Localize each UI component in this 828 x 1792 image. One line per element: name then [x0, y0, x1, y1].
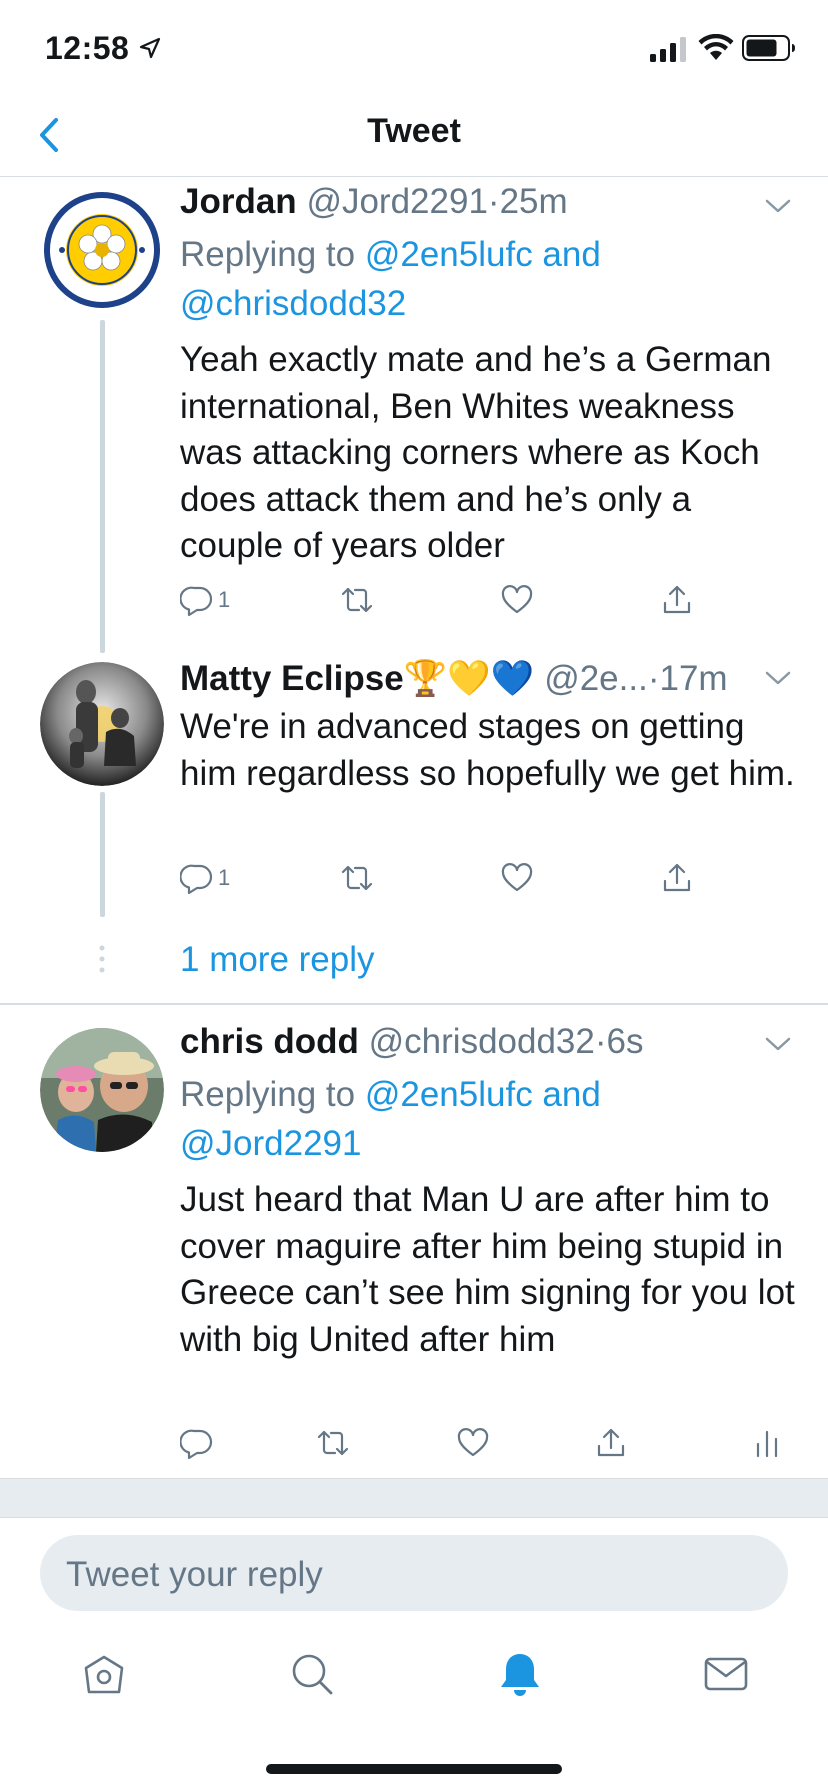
name-emojis: 🏆💛💙: [403, 659, 535, 698]
tweet-text: Just heard that Man U are after him to c…: [180, 1180, 795, 1359]
retweet-button[interactable]: [340, 580, 374, 620]
tweet-text: We're in advanced stages on getting him …: [180, 707, 795, 793]
replying-to: Replying to @2en5lufc and @Jord2291: [180, 1070, 780, 1168]
home-icon[interactable]: [80, 1650, 128, 1698]
leeds-crest-icon: [40, 188, 164, 312]
share-button[interactable]: [660, 858, 694, 898]
share-button[interactable]: [594, 1423, 628, 1463]
status-bar: 12:58: [0, 0, 828, 100]
reply-button[interactable]: [180, 1423, 214, 1463]
chevron-down-icon[interactable]: [763, 668, 793, 688]
cellular-signal-icon: [650, 37, 686, 62]
reply-count: 1: [218, 865, 231, 890]
reply-icon: [180, 864, 213, 895]
tweet-actions: 1: [180, 580, 780, 620]
tweet-time: 6s: [606, 1022, 644, 1061]
reply-button[interactable]: 1: [180, 580, 230, 620]
tweet-time: 25m: [499, 182, 568, 221]
retweet-icon: [341, 865, 373, 891]
thread-line: [100, 792, 105, 917]
like-button[interactable]: [500, 580, 534, 620]
page-title: Tweet: [367, 112, 461, 150]
reply-mention-link[interactable]: @chrisdodd32: [180, 284, 406, 323]
author-handle[interactable]: @chrisdodd32: [369, 1022, 595, 1061]
notifications-bell-icon[interactable]: [496, 1650, 544, 1698]
separator-dot: ·: [487, 182, 500, 221]
separator-dot: ·: [647, 659, 660, 698]
reply-input[interactable]: Tweet your reply: [40, 1535, 788, 1611]
separator-dot: ·: [594, 1022, 607, 1061]
avatar[interactable]: [40, 1028, 164, 1152]
divider: [0, 1003, 828, 1005]
tweet-actions: 1: [180, 858, 780, 898]
analytics-icon: [756, 1430, 778, 1458]
author-handle[interactable]: @2e...: [544, 659, 648, 698]
share-icon: [663, 585, 691, 614]
reply-button[interactable]: 1: [180, 858, 230, 898]
avatar[interactable]: [40, 662, 164, 786]
battery-icon: [742, 35, 795, 61]
nav-header: Tweet: [0, 100, 828, 177]
share-icon: [663, 863, 691, 892]
share-icon: [597, 1428, 625, 1457]
reply-count: 1: [218, 587, 231, 612]
heart-icon: [501, 863, 533, 892]
like-button[interactable]: [456, 1423, 490, 1463]
replying-prefix: Replying to: [180, 1075, 356, 1114]
status-time: 12:58: [45, 30, 130, 66]
more-replies-link[interactable]: 1 more reply: [180, 940, 375, 980]
replying-to: Replying to @2en5lufc and @chrisdodd32: [180, 230, 780, 328]
avatar-image: [40, 1028, 164, 1152]
reply-icon: [180, 1429, 213, 1460]
messages-mail-icon[interactable]: [702, 1650, 750, 1698]
retweet-icon: [341, 587, 373, 613]
tweet-time: 17m: [659, 659, 728, 698]
reply-icon: [180, 586, 213, 617]
search-icon[interactable]: [288, 1650, 336, 1698]
reply-mention-link[interactable]: @Jord2291: [180, 1124, 361, 1163]
tweet-text: Yeah exactly mate and he’s a German inte…: [180, 340, 772, 565]
thread-line: [100, 320, 105, 653]
tweet-actions: [180, 1423, 790, 1463]
chevron-down-icon[interactable]: [763, 1034, 793, 1054]
thread-dots-icon: [99, 945, 105, 973]
tweet-header: chris dodd @chrisdodd32·6s: [180, 1022, 643, 1062]
reply-mention-link[interactable]: @2en5lufc and: [365, 235, 601, 274]
analytics-button[interactable]: [750, 1423, 784, 1463]
retweet-button[interactable]: [316, 1423, 350, 1463]
chevron-down-icon[interactable]: [763, 196, 793, 216]
separator-band: [0, 1478, 828, 1518]
location-arrow-icon: [139, 37, 161, 59]
reply-mention-link[interactable]: @2en5lufc and: [365, 1075, 601, 1114]
tweet-header: Matty Eclipse🏆💛💙 @2e...·17m: [180, 658, 728, 699]
retweet-icon: [317, 1430, 349, 1456]
author-handle[interactable]: @Jord2291: [306, 182, 487, 221]
share-button[interactable]: [660, 580, 694, 620]
avatar-image: [40, 662, 164, 786]
heart-icon: [457, 1428, 489, 1457]
home-indicator[interactable]: [266, 1764, 562, 1774]
like-button[interactable]: [500, 858, 534, 898]
tab-bar: [0, 1620, 828, 1740]
avatar[interactable]: [40, 188, 164, 312]
retweet-button[interactable]: [340, 858, 374, 898]
wifi-icon: [698, 34, 734, 60]
author-name[interactable]: Jordan: [180, 182, 297, 221]
heart-icon: [501, 585, 533, 614]
tweet-header: Jordan @Jord2291·25m: [180, 182, 568, 222]
author-name[interactable]: chris dodd: [180, 1022, 359, 1061]
reply-placeholder: Tweet your reply: [66, 1555, 323, 1594]
replying-prefix: Replying to: [180, 235, 356, 274]
author-name[interactable]: Matty Eclipse: [180, 659, 404, 698]
